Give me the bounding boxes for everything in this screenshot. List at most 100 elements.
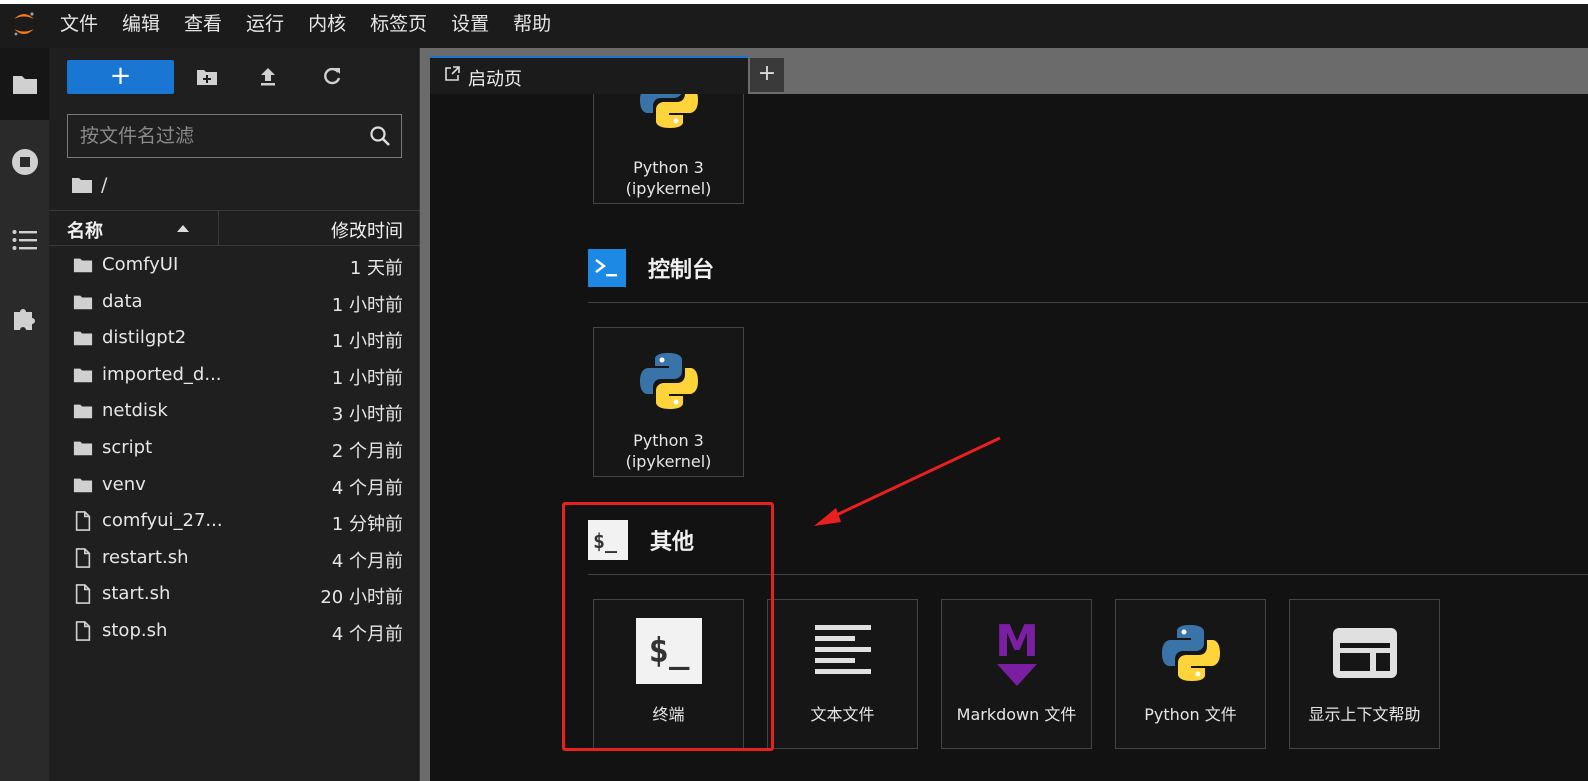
- folder-icon[interactable]: [71, 176, 93, 194]
- launcher-card-console-python3[interactable]: Python 3 (ipykernel): [593, 327, 744, 477]
- markdown-icon: M: [982, 618, 1052, 688]
- column-name-header[interactable]: 名称: [67, 217, 103, 243]
- file-row[interactable]: restart.sh 4 个月前: [49, 540, 420, 577]
- file-name: start.sh: [102, 583, 171, 605]
- add-tab-button[interactable]: +: [750, 58, 784, 92]
- extension-tab[interactable]: [0, 282, 49, 354]
- file-modified: 4 个月前: [331, 550, 403, 572]
- launcher-card-markdown[interactable]: M Markdown 文件: [941, 599, 1092, 749]
- file-name: imported_d...: [102, 363, 222, 385]
- toc-icon: [12, 230, 37, 250]
- column-divider[interactable]: [218, 211, 219, 246]
- card-label: 显示上下文帮助: [1308, 705, 1421, 724]
- file-name: stop.sh: [102, 619, 168, 641]
- file-list: ComfyUI 1 天前 data 1 小时前 distilgpt2 1 小时前…: [49, 247, 420, 650]
- file-browser-tab[interactable]: [0, 48, 49, 120]
- file-modified: 1 分钟前: [331, 514, 403, 536]
- menu-view[interactable]: 查看: [184, 0, 222, 48]
- file-row[interactable]: stop.sh 4 个月前: [49, 613, 420, 650]
- menu-settings[interactable]: 设置: [451, 0, 489, 48]
- file-row[interactable]: script 2 个月前: [49, 430, 420, 467]
- file-row[interactable]: imported_d... 1 小时前: [49, 357, 420, 394]
- menu-tabs[interactable]: 标签页: [370, 0, 427, 48]
- file-row[interactable]: ComfyUI 1 天前: [49, 247, 420, 284]
- menu-run[interactable]: 运行: [246, 0, 284, 48]
- file-icon: [75, 511, 91, 532]
- breadcrumb: /: [71, 172, 107, 198]
- markdown-glyph: M: [995, 616, 1039, 667]
- breadcrumb-root[interactable]: /: [101, 174, 107, 196]
- terminal-glyph: $_: [648, 631, 690, 671]
- python-logo-icon: [634, 94, 704, 135]
- file-name: data: [102, 290, 143, 312]
- launcher-panel: Python 3 (ipykernel) 控制台 Python 3 (ipyke…: [430, 94, 1588, 781]
- new-folder-button[interactable]: [194, 64, 220, 90]
- file-name: distilgpt2: [102, 327, 187, 349]
- card-label: 文本文件: [810, 705, 875, 724]
- upload-button[interactable]: [255, 64, 281, 90]
- file-row[interactable]: netdisk 3 小时前: [49, 393, 420, 430]
- menu-help[interactable]: 帮助: [513, 0, 551, 48]
- folder-icon: [12, 76, 37, 94]
- python-logo-icon: [1156, 618, 1226, 688]
- file-filter-input[interactable]: [68, 115, 358, 157]
- panel-splitter[interactable]: [420, 48, 430, 781]
- file-row[interactable]: distilgpt2 1 小时前: [49, 320, 420, 357]
- activity-bar: [0, 48, 49, 781]
- running-tab[interactable]: [0, 126, 49, 198]
- folder-icon: [73, 368, 93, 383]
- tab-launcher[interactable]: 启动页: [430, 56, 748, 94]
- file-name: venv: [102, 473, 146, 495]
- tab-launcher-label: 启动页: [468, 69, 522, 90]
- section-console-title: 控制台: [648, 258, 715, 283]
- file-row[interactable]: comfyui_27... 1 分钟前: [49, 503, 420, 540]
- file-row[interactable]: data 1 小时前: [49, 284, 420, 321]
- section-divider: [588, 574, 1588, 575]
- folder-icon: [73, 478, 93, 492]
- launcher-card-context-help[interactable]: 显示上下文帮助: [1289, 599, 1440, 749]
- file-modified: 20 小时前: [320, 587, 403, 609]
- card-label: Python 3: [633, 158, 704, 177]
- running-icon: [11, 149, 38, 175]
- file-list-header: 名称 修改时间: [49, 210, 420, 246]
- file-name: comfyui_27...: [102, 510, 223, 532]
- launcher-card-text-file[interactable]: 文本文件: [767, 599, 918, 749]
- file-name: script: [102, 436, 153, 458]
- console-icon: [588, 249, 626, 287]
- context-help-icon: [1330, 618, 1400, 688]
- menu-kernel[interactable]: 内核: [308, 0, 346, 48]
- search-icon: [370, 126, 390, 146]
- file-browser-toolbar: +: [49, 48, 420, 108]
- column-modified-header[interactable]: 修改时间: [331, 217, 403, 243]
- menu-edit[interactable]: 编辑: [122, 0, 160, 48]
- tab-bar: 启动页 +: [430, 48, 1588, 94]
- folder-icon: [73, 331, 93, 346]
- file-name: ComfyUI: [102, 254, 179, 275]
- folder-icon: [73, 295, 93, 309]
- terminal-icon: $_: [588, 520, 628, 560]
- launcher-card-terminal[interactable]: $_ 终端: [593, 599, 744, 749]
- text-file-icon: [808, 618, 878, 688]
- python-logo-icon: [634, 346, 704, 416]
- file-modified: 3 小时前: [331, 404, 403, 426]
- new-launcher-button[interactable]: +: [67, 60, 174, 94]
- file-name: netdisk: [102, 400, 168, 422]
- extension-icon: [13, 309, 35, 330]
- launcher-card-python-file[interactable]: Python 文件: [1115, 599, 1266, 749]
- upload-icon: [261, 68, 275, 86]
- jupyter-logo-icon: [0, 0, 48, 48]
- card-label: Markdown 文件: [956, 705, 1077, 724]
- file-row[interactable]: start.sh 20 小时前: [49, 576, 420, 613]
- launcher-card-notebook-python3[interactable]: Python 3 (ipykernel): [593, 94, 744, 204]
- section-console-header: 控制台: [588, 248, 714, 288]
- refresh-button[interactable]: [319, 64, 345, 90]
- toc-tab[interactable]: [0, 204, 49, 276]
- window-top-edge: [0, 0, 1588, 4]
- new-folder-icon: [197, 70, 217, 85]
- section-other-header: $_ 其他: [588, 520, 694, 560]
- file-row[interactable]: venv 4 个月前: [49, 467, 420, 504]
- file-name: restart.sh: [102, 546, 189, 568]
- menu-file[interactable]: 文件: [60, 0, 98, 48]
- launch-icon: [445, 66, 460, 81]
- file-modified: 1 小时前: [331, 294, 403, 316]
